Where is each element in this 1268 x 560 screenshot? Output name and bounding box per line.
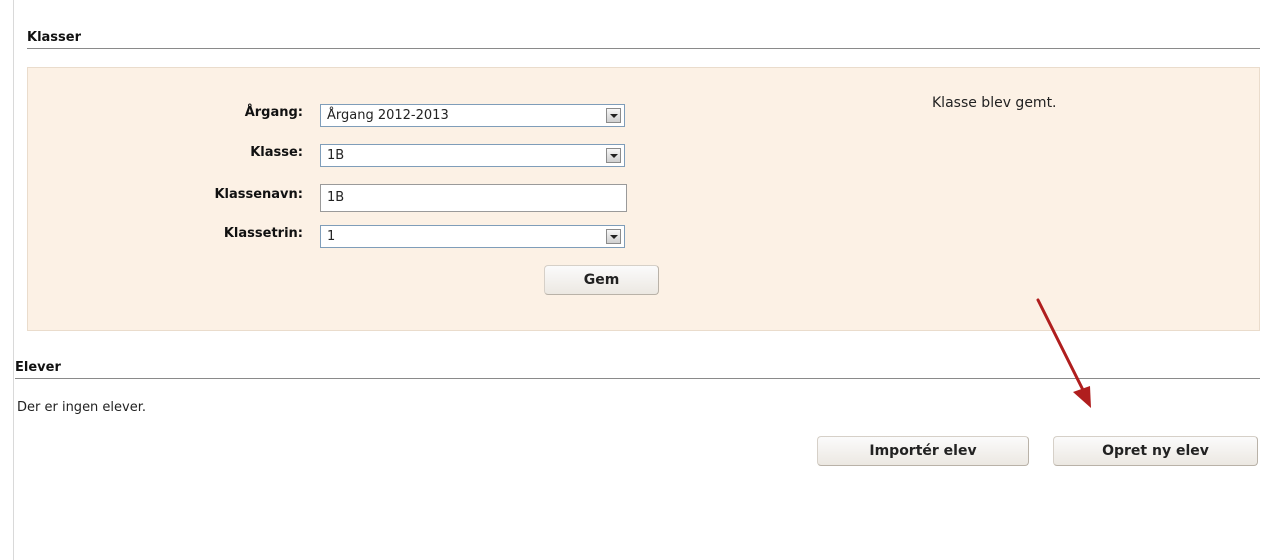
annotation-arrow-icon [1036,298,1091,408]
